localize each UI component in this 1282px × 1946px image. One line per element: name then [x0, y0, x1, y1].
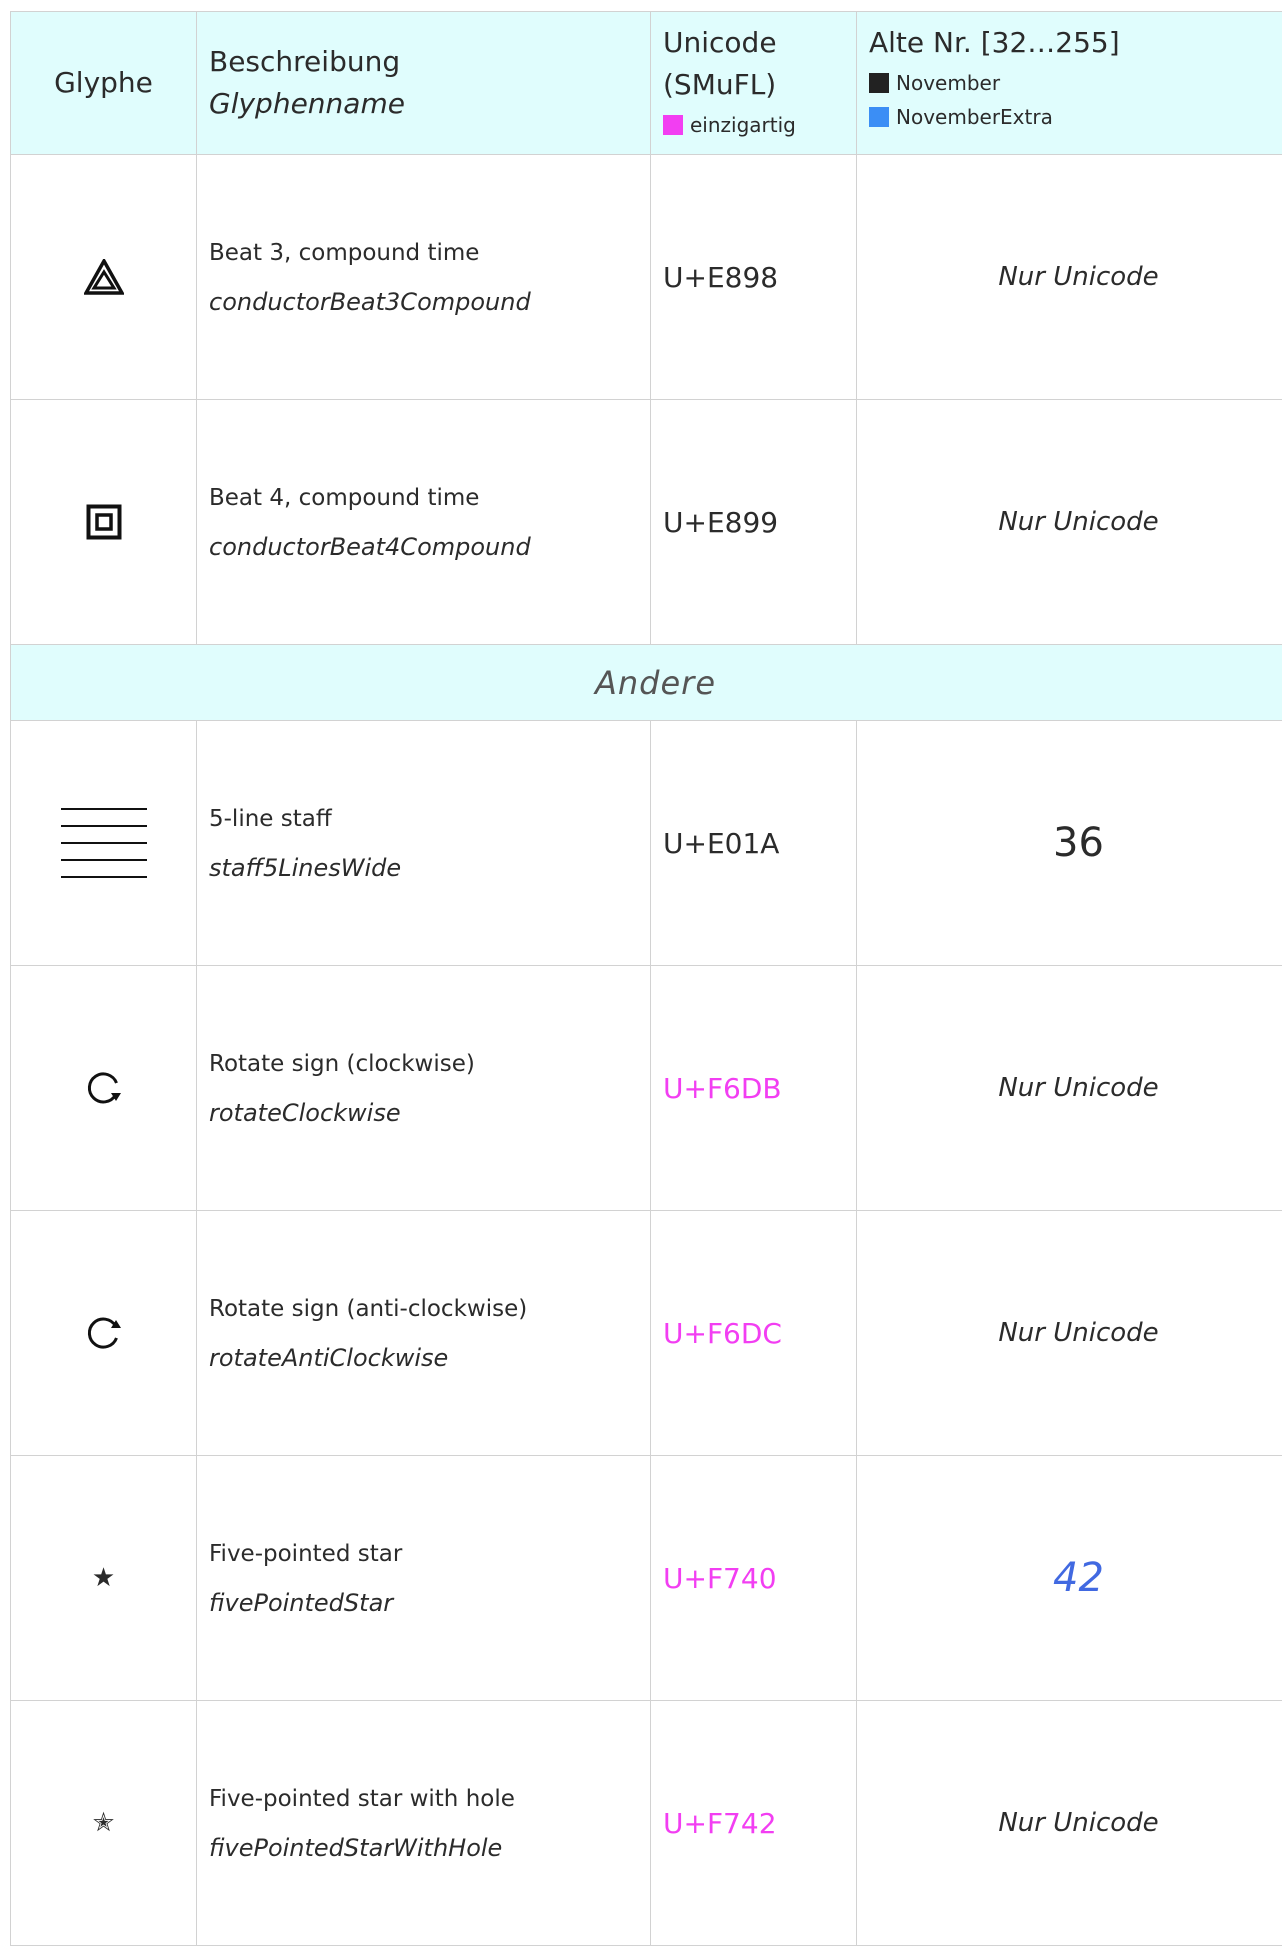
glyph-cell: ★: [11, 1456, 197, 1701]
unique-swatch: [663, 115, 683, 135]
legend-unique: einzigartig: [663, 110, 856, 140]
description-cell: Beat 4, compound time conductorBeat4Comp…: [197, 400, 651, 645]
glyph-description: Rotate sign (clockwise): [209, 1049, 650, 1079]
legend-november-label: November: [896, 68, 1000, 98]
glyph-cell: [11, 155, 197, 400]
triangle-in-triangle-icon: [84, 259, 124, 295]
old-number-cell: 42: [857, 1456, 1282, 1701]
header-description: Beschreibung Glyphenname: [197, 12, 651, 155]
table-row: 5-line staff staff5LinesWide U+E01A 36: [11, 721, 1282, 966]
glyph-name: staff5LinesWide: [209, 853, 650, 883]
unicode-cell: U+F740: [651, 1456, 857, 1701]
legend-november-extra-label: NovemberExtra: [896, 102, 1053, 132]
description-cell: Five-pointed star fivePointedStar: [197, 1456, 651, 1701]
unicode-cell: U+E898: [651, 155, 857, 400]
five-pointed-star-icon: ★: [92, 1565, 115, 1591]
unicode-cell: U+E01A: [651, 721, 857, 966]
glyph-cell: [11, 1211, 197, 1456]
glyph-cell: [11, 966, 197, 1211]
table-row: Beat 4, compound time conductorBeat4Comp…: [11, 400, 1282, 645]
legend-november: November: [869, 68, 1282, 98]
old-number-cell: Nur Unicode: [857, 1701, 1282, 1946]
legend-november-extra: NovemberExtra: [869, 102, 1282, 132]
table-row: ✭ Five-pointed star with hole fivePointe…: [11, 1701, 1282, 1946]
description-cell: 5-line staff staff5LinesWide: [197, 721, 651, 966]
description-cell: Rotate sign (clockwise) rotateClockwise: [197, 966, 651, 1211]
glyph-cell: [11, 721, 197, 966]
rotate-clockwise-icon: [84, 1068, 124, 1108]
unicode-cell: U+F742: [651, 1701, 857, 1946]
section-title: Andere: [11, 645, 1282, 721]
header-row: Glyphe Beschreibung Glyphenname Unicode …: [11, 12, 1282, 155]
table-row: ★ Five-pointed star fivePointedStar U+F7…: [11, 1456, 1282, 1701]
description-cell: Beat 3, compound time conductorBeat3Comp…: [197, 155, 651, 400]
unicode-cell: U+F6DB: [651, 966, 857, 1211]
november-swatch: [869, 73, 889, 93]
glyph-description: Beat 4, compound time: [209, 483, 650, 513]
glyph-cell: ✭: [11, 1701, 197, 1946]
header-description-label: Beschreibung: [209, 41, 650, 83]
table-row: Rotate sign (anti-clockwise) rotateAntiC…: [11, 1211, 1282, 1456]
glyph-description: Five-pointed star: [209, 1539, 650, 1569]
glyph-name: conductorBeat3Compound: [209, 287, 650, 317]
glyph-table: Glyphe Beschreibung Glyphenname Unicode …: [10, 11, 1282, 1946]
old-number-cell: Nur Unicode: [857, 155, 1282, 400]
unicode-cell: U+F6DC: [651, 1211, 857, 1456]
table-row: Beat 3, compound time conductorBeat3Comp…: [11, 155, 1282, 400]
header-old-number: Alte Nr. [32…255] November NovemberExtra: [857, 12, 1282, 155]
unicode-cell: U+E899: [651, 400, 857, 645]
legend-unique-label: einzigartig: [690, 110, 796, 140]
glyph-name: fivePointedStarWithHole: [209, 1833, 650, 1863]
old-number-cell: Nur Unicode: [857, 1211, 1282, 1456]
header-glyph: Glyphe: [11, 12, 197, 155]
header-unicode-line2: (SMuFL): [663, 64, 856, 106]
section-row: Andere: [11, 645, 1282, 721]
square-in-square-icon: [86, 504, 122, 540]
five-pointed-star-with-hole-icon: ✭: [93, 1810, 115, 1836]
glyph-description: Rotate sign (anti-clockwise): [209, 1294, 650, 1324]
table-row: Rotate sign (clockwise) rotateClockwise …: [11, 966, 1282, 1211]
glyph-cell: [11, 400, 197, 645]
glyph-name: rotateClockwise: [209, 1098, 650, 1128]
old-number-cell: Nur Unicode: [857, 400, 1282, 645]
glyph-name: rotateAntiClockwise: [209, 1343, 650, 1373]
header-unicode-line1: Unicode: [663, 22, 856, 64]
header-unicode: Unicode (SMuFL) einzigartig: [651, 12, 857, 155]
glyph-description: Beat 3, compound time: [209, 238, 650, 268]
five-line-staff-icon: [59, 798, 149, 888]
glyph-name: fivePointedStar: [209, 1588, 650, 1618]
glyph-description: Five-pointed star with hole: [209, 1784, 650, 1814]
header-old-number-label: Alte Nr. [32…255]: [869, 22, 1282, 64]
description-cell: Five-pointed star with hole fivePointedS…: [197, 1701, 651, 1946]
rotate-anticlockwise-icon: [84, 1313, 124, 1353]
header-glyph-name: Glyphenname: [209, 83, 650, 125]
glyph-name: conductorBeat4Compound: [209, 532, 650, 562]
november-extra-swatch: [869, 107, 889, 127]
glyph-description: 5-line staff: [209, 804, 650, 834]
old-number-cell: Nur Unicode: [857, 966, 1282, 1211]
description-cell: Rotate sign (anti-clockwise) rotateAntiC…: [197, 1211, 651, 1456]
old-number-cell: 36: [857, 721, 1282, 966]
